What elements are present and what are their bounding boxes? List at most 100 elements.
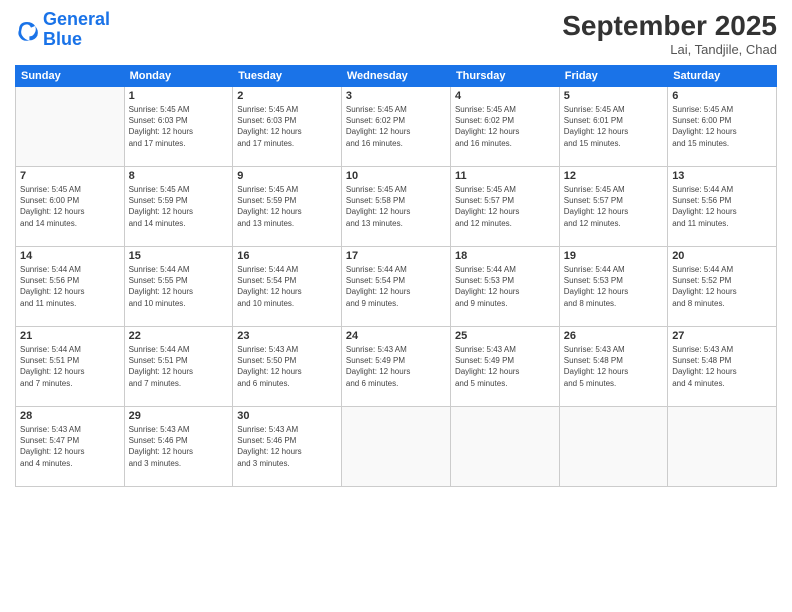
- calendar-cell: 30Sunrise: 5:43 AMSunset: 5:46 PMDayligh…: [233, 407, 342, 487]
- day-number: 2: [237, 90, 337, 102]
- day-number: 15: [129, 250, 229, 262]
- logo-line1: General: [43, 9, 110, 29]
- logo-icon: [15, 18, 39, 42]
- day-number: 21: [20, 330, 120, 342]
- calendar: SundayMondayTuesdayWednesdayThursdayFrid…: [15, 65, 777, 487]
- header-cell-tuesday: Tuesday: [233, 66, 342, 87]
- day-number: 5: [564, 90, 663, 102]
- logo-line2: Blue: [43, 30, 110, 50]
- logo: General Blue: [15, 10, 110, 50]
- day-info: Sunrise: 5:45 AMSunset: 6:03 PMDaylight:…: [129, 104, 229, 149]
- calendar-cell: 14 Sunrise: 5:44 AMSunset: 5:56 PMDayligh…: [16, 247, 125, 327]
- day-info: Sunrise: 5:43 AMSunset: 5:49 PMDaylight:…: [346, 344, 446, 389]
- day-info: Sunrise: 5:43 AMSunset: 5:49 PMDaylight:…: [455, 344, 555, 389]
- day-number: 27: [672, 330, 772, 342]
- calendar-cell: 13 Sunrise: 5:44 AMSunset: 5:56 PMDayligh…: [668, 167, 777, 247]
- day-info: Sunrise: 5:45 AMSunset: 6:03 PMDaylight:…: [237, 104, 337, 149]
- calendar-week-row: 28 Sunrise: 5:43 AMSunset: 5:47 PMDayligh…: [16, 407, 777, 487]
- day-info: Sunrise: 5:44 AMSunset: 5:56 PMDaylight:…: [20, 264, 120, 309]
- calendar-header-row: SundayMondayTuesdayWednesdayThursdayFrid…: [16, 66, 777, 87]
- day-number: 30: [237, 410, 337, 422]
- day-number: 3: [346, 90, 446, 102]
- day-info: Sunrise: 5:44 AMSunset: 5:53 PMDaylight:…: [564, 264, 663, 309]
- calendar-cell: 6Sunrise: 5:45 AMSunset: 6:00 PMDaylight…: [668, 87, 777, 167]
- day-info: Sunrise: 5:44 AMSunset: 5:51 PMDaylight:…: [129, 344, 229, 389]
- calendar-cell: 26 Sunrise: 5:43 AMSunset: 5:48 PMDayligh…: [559, 327, 667, 407]
- day-info: Sunrise: 5:43 AMSunset: 5:48 PMDaylight:…: [564, 344, 663, 389]
- day-info: Sunrise: 5:44 AMSunset: 5:54 PMDaylight:…: [237, 264, 337, 309]
- day-number: 20: [672, 250, 772, 262]
- subtitle: Lai, Tandjile, Chad: [562, 42, 777, 57]
- day-number: 11: [455, 170, 555, 182]
- calendar-cell: 17 Sunrise: 5:44 AMSunset: 5:54 PMDayligh…: [341, 247, 450, 327]
- day-info: Sunrise: 5:43 AMSunset: 5:50 PMDaylight:…: [237, 344, 337, 389]
- day-info: Sunrise: 5:45 AMSunset: 5:59 PMDaylight:…: [237, 184, 337, 229]
- logo-text: General Blue: [43, 10, 110, 50]
- calendar-cell: 21Sunrise: 5:44 AMSunset: 5:51 PMDayligh…: [16, 327, 125, 407]
- day-number: 10: [346, 170, 446, 182]
- day-info: Sunrise: 5:43 AMSunset: 5:47 PMDaylight:…: [20, 424, 120, 469]
- day-number: 9: [237, 170, 337, 182]
- day-info: Sunrise: 5:44 AMSunset: 5:54 PMDaylight:…: [346, 264, 446, 309]
- day-number: 29: [129, 410, 229, 422]
- day-info: Sunrise: 5:45 AMSunset: 5:57 PMDaylight:…: [564, 184, 663, 229]
- day-info: Sunrise: 5:45 AMSunset: 5:59 PMDaylight:…: [129, 184, 229, 229]
- calendar-cell: 20Sunrise: 5:44 AMSunset: 5:52 PMDayligh…: [668, 247, 777, 327]
- calendar-cell: 18 Sunrise: 5:44 AMSunset: 5:53 PMDayligh…: [450, 247, 559, 327]
- calendar-cell: [559, 407, 667, 487]
- calendar-cell: 19 Sunrise: 5:44 AMSunset: 5:53 PMDayligh…: [559, 247, 667, 327]
- calendar-cell: 2 Sunrise: 5:45 AMSunset: 6:03 PMDaylight…: [233, 87, 342, 167]
- calendar-cell: 15 Sunrise: 5:44 AMSunset: 5:55 PMDayligh…: [124, 247, 233, 327]
- header-cell-thursday: Thursday: [450, 66, 559, 87]
- calendar-cell: 11 Sunrise: 5:45 AMSunset: 5:57 PMDayligh…: [450, 167, 559, 247]
- day-info: Sunrise: 5:44 AMSunset: 5:53 PMDaylight:…: [455, 264, 555, 309]
- calendar-week-row: 14 Sunrise: 5:44 AMSunset: 5:56 PMDayligh…: [16, 247, 777, 327]
- calendar-cell: 27 Sunrise: 5:43 AMSunset: 5:48 PMDayligh…: [668, 327, 777, 407]
- calendar-cell: [668, 407, 777, 487]
- header-cell-friday: Friday: [559, 66, 667, 87]
- day-number: 14: [20, 250, 120, 262]
- calendar-cell: 4 Sunrise: 5:45 AMSunset: 6:02 PMDaylight…: [450, 87, 559, 167]
- day-info: Sunrise: 5:45 AMSunset: 6:02 PMDaylight:…: [455, 104, 555, 149]
- day-number: 4: [455, 90, 555, 102]
- calendar-week-row: 7 Sunrise: 5:45 AMSunset: 6:00 PMDaylight…: [16, 167, 777, 247]
- day-number: 7: [20, 170, 120, 182]
- day-number: 12: [564, 170, 663, 182]
- calendar-cell: 10 Sunrise: 5:45 AMSunset: 5:58 PMDayligh…: [341, 167, 450, 247]
- day-number: 17: [346, 250, 446, 262]
- calendar-cell: 3 Sunrise: 5:45 AMSunset: 6:02 PMDaylight…: [341, 87, 450, 167]
- calendar-week-row: 1 Sunrise: 5:45 AMSunset: 6:03 PMDaylight…: [16, 87, 777, 167]
- day-info: Sunrise: 5:45 AMSunset: 5:57 PMDaylight:…: [455, 184, 555, 229]
- day-number: 26: [564, 330, 663, 342]
- day-info: Sunrise: 5:44 AMSunset: 5:55 PMDaylight:…: [129, 264, 229, 309]
- day-info: Sunrise: 5:45 AMSunset: 5:58 PMDaylight:…: [346, 184, 446, 229]
- day-number: 18: [455, 250, 555, 262]
- day-info: Sunrise: 5:45 AMSunset: 6:01 PMDaylight:…: [564, 104, 663, 149]
- day-number: 24: [346, 330, 446, 342]
- calendar-cell: [341, 407, 450, 487]
- day-number: 19: [564, 250, 663, 262]
- day-info: Sunrise: 5:43 AMSunset: 5:48 PMDaylight:…: [672, 344, 772, 389]
- day-number: 6: [672, 90, 772, 102]
- header-cell-sunday: Sunday: [16, 66, 125, 87]
- header-cell-saturday: Saturday: [668, 66, 777, 87]
- page: General Blue September 2025 Lai, Tandjil…: [0, 0, 792, 612]
- calendar-cell: 29Sunrise: 5:43 AMSunset: 5:46 PMDayligh…: [124, 407, 233, 487]
- calendar-week-row: 21 Sunrise: 5:44 AMSunset: 5:51 PMDayligh…: [16, 327, 777, 407]
- calendar-cell: 22 Sunrise: 5:44 AMSunset: 5:51 PMDayligh…: [124, 327, 233, 407]
- header-cell-monday: Monday: [124, 66, 233, 87]
- day-number: 25: [455, 330, 555, 342]
- day-number: 22: [129, 330, 229, 342]
- day-number: 16: [237, 250, 337, 262]
- calendar-cell: 7 Sunrise: 5:45 AMSunset: 6:00 PMDaylight…: [16, 167, 125, 247]
- day-number: 13: [672, 170, 772, 182]
- title-block: September 2025 Lai, Tandjile, Chad: [562, 10, 777, 57]
- month-title: September 2025: [562, 10, 777, 42]
- calendar-cell: [450, 407, 559, 487]
- day-info: Sunrise: 5:44 AMSunset: 5:56 PMDaylight:…: [672, 184, 772, 229]
- day-number: 1: [129, 90, 229, 102]
- calendar-cell: 12 Sunrise: 5:45 AMSunset: 5:57 PMDayligh…: [559, 167, 667, 247]
- day-info: Sunrise: 5:45 AMSunset: 6:00 PMDaylight:…: [20, 184, 120, 229]
- day-number: 28: [20, 410, 120, 422]
- day-info: Sunrise: 5:45 AMSunset: 6:02 PMDaylight:…: [346, 104, 446, 149]
